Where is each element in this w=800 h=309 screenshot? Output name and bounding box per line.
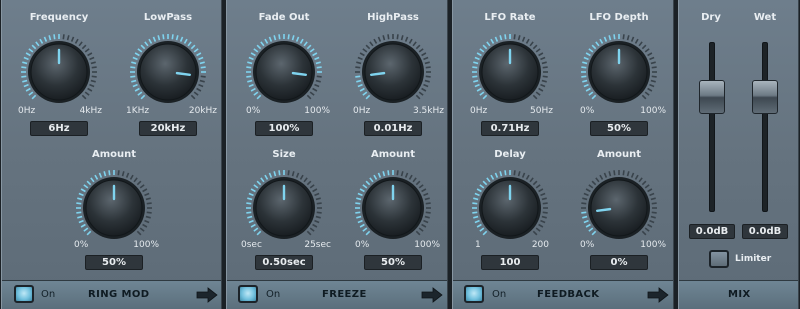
highpass-knob[interactable]: [353, 32, 433, 112]
ring-mod-amount-control: Amount 0% 100% 50%: [59, 140, 169, 275]
freeze-title: FREEZE: [322, 289, 367, 300]
frequency-max-label: 4kHz: [79, 106, 102, 116]
freeze-footer: On FREEZE: [227, 280, 447, 309]
delay-control: Delay 1 200 100: [455, 140, 565, 275]
lfo-depth-label: LFO Depth: [589, 12, 649, 23]
freeze-arrow-icon[interactable]: [421, 287, 443, 303]
freeze-amount-value-field[interactable]: 50%: [364, 255, 422, 270]
ring-mod-arrow-icon[interactable]: [196, 287, 218, 303]
feedback-on-label: On: [492, 289, 507, 300]
ring-mod-amount-min-label: 0%: [74, 240, 89, 250]
freeze-amount-min-label: 0%: [355, 240, 370, 250]
fade-out-value-field[interactable]: 100%: [255, 121, 313, 136]
feedback-footer: On FEEDBACK: [453, 280, 673, 309]
lfo-rate-control: LFO Rate 0Hz 50Hz 0.71Hz: [455, 0, 565, 140]
wet-value-field[interactable]: 0.0dB: [742, 224, 788, 239]
highpass-min-label: 0Hz: [353, 106, 371, 116]
fade-out-label: Fade Out: [258, 12, 310, 23]
lfo-rate-max-label: 50Hz: [530, 106, 553, 116]
ring-mod-amount-max-label: 100%: [133, 240, 159, 250]
lowpass-value-field[interactable]: 20kHz: [139, 121, 197, 136]
freeze-amount-knob[interactable]: [353, 168, 433, 248]
limiter-label: Limiter: [735, 254, 772, 264]
lfo-depth-knob[interactable]: [579, 32, 659, 112]
ring-mod-footer: On RING MOD: [2, 280, 221, 309]
lowpass-knob[interactable]: [128, 32, 208, 112]
delay-max-label: 200: [531, 240, 549, 250]
dry-fader-track[interactable]: [709, 42, 715, 212]
lfo-depth-value-field[interactable]: 50%: [590, 121, 648, 136]
highpass-max-label: 3.5kHz: [412, 106, 444, 116]
mix-title: MIX: [728, 289, 751, 300]
ring-mod-on-toggle[interactable]: [14, 285, 34, 303]
feedback-title: FEEDBACK: [537, 289, 600, 300]
mix-footer: MIX: [679, 280, 798, 309]
dry-fader-handle[interactable]: [699, 80, 725, 115]
frequency-min-label: 0Hz: [18, 106, 36, 116]
highpass-control: HighPass 0Hz 3.5kHz 0.01Hz: [338, 0, 448, 140]
mix-panel: Dry Wet 0.0dB 0.0dB Limiter MIX: [678, 0, 799, 309]
lfo-rate-value-field[interactable]: 0.71Hz: [481, 121, 539, 136]
frequency-knob[interactable]: [19, 32, 99, 112]
dry-label: Dry: [701, 12, 721, 23]
size-label: Size: [272, 149, 296, 160]
wet-fader-handle[interactable]: [752, 80, 778, 115]
size-knob[interactable]: [244, 168, 324, 248]
highpass-value-field[interactable]: 0.01Hz: [364, 121, 422, 136]
feedback-amount-knob[interactable]: [579, 168, 659, 248]
freeze-amount-label: Amount: [370, 149, 416, 160]
dry-value-field[interactable]: 0.0dB: [689, 224, 735, 239]
ring-mod-amount-value-field[interactable]: 50%: [85, 255, 143, 270]
limiter-toggle[interactable]: [709, 250, 729, 268]
lfo-rate-knob[interactable]: [470, 32, 550, 112]
feedback-amount-value-field[interactable]: 0%: [590, 255, 648, 270]
size-min-label: 0sec: [241, 240, 262, 250]
feedback-on-toggle[interactable]: [464, 285, 484, 303]
lowpass-min-label: 1KHz: [126, 106, 150, 116]
feedback-amount-label: Amount: [596, 149, 642, 160]
ring-mod-amount-knob[interactable]: [74, 168, 154, 248]
plugin-window: Frequency 0Hz 4kHz 6Hz LowPass 1KHz 20kH…: [0, 0, 800, 309]
feedback-amount-max-label: 100%: [640, 240, 666, 250]
delay-label: Delay: [494, 149, 526, 160]
feedback-arrow-icon[interactable]: [647, 287, 669, 303]
size-max-label: 25sec: [304, 240, 331, 250]
frequency-control: Frequency 0Hz 4kHz 6Hz: [4, 0, 114, 140]
fade-out-max-label: 100%: [304, 106, 330, 116]
freeze-amount-max-label: 100%: [414, 240, 440, 250]
freeze-amount-control: Amount 0% 100% 50%: [338, 140, 448, 275]
delay-min-label: 1: [475, 240, 481, 250]
ring-mod-on-label: On: [41, 289, 56, 300]
ring-mod-title: RING MOD: [88, 289, 150, 300]
lowpass-control: LowPass 1KHz 20kHz 20kHz: [113, 0, 223, 140]
frequency-value-field[interactable]: 6Hz: [30, 121, 88, 136]
lfo-depth-max-label: 100%: [640, 106, 666, 116]
fade-out-min-label: 0%: [246, 106, 261, 116]
frequency-label: Frequency: [29, 12, 89, 23]
feedback-amount-control: Amount 0% 100% 0%: [564, 140, 674, 275]
lowpass-max-label: 20kHz: [188, 106, 217, 116]
lowpass-label: LowPass: [143, 12, 193, 23]
feedback-amount-min-label: 0%: [580, 240, 595, 250]
freeze-on-toggle[interactable]: [238, 285, 258, 303]
fade-out-control: Fade Out 0% 100% 100%: [229, 0, 339, 140]
wet-fader-track[interactable]: [762, 42, 768, 212]
delay-knob[interactable]: [470, 168, 550, 248]
freeze-panel: Fade Out 0% 100% 100% HighPass 0Hz 3.5kH…: [226, 0, 448, 309]
delay-value-field[interactable]: 100: [481, 255, 539, 270]
size-control: Size 0sec 25sec 0.50sec: [229, 140, 339, 275]
freeze-on-label: On: [266, 289, 281, 300]
lfo-rate-min-label: 0Hz: [470, 106, 488, 116]
lfo-depth-control: LFO Depth 0% 100% 50%: [564, 0, 674, 140]
lfo-rate-label: LFO Rate: [484, 12, 536, 23]
ring-mod-amount-label: Amount: [91, 149, 137, 160]
wet-label: Wet: [753, 12, 777, 23]
ring-mod-panel: Frequency 0Hz 4kHz 6Hz LowPass 1KHz 20kH…: [1, 0, 222, 309]
lfo-depth-min-label: 0%: [580, 106, 595, 116]
highpass-label: HighPass: [367, 12, 419, 23]
feedback-panel: LFO Rate 0Hz 50Hz 0.71Hz LFO Depth 0% 10…: [452, 0, 674, 309]
fade-out-knob[interactable]: [244, 32, 324, 112]
size-value-field[interactable]: 0.50sec: [255, 255, 313, 270]
